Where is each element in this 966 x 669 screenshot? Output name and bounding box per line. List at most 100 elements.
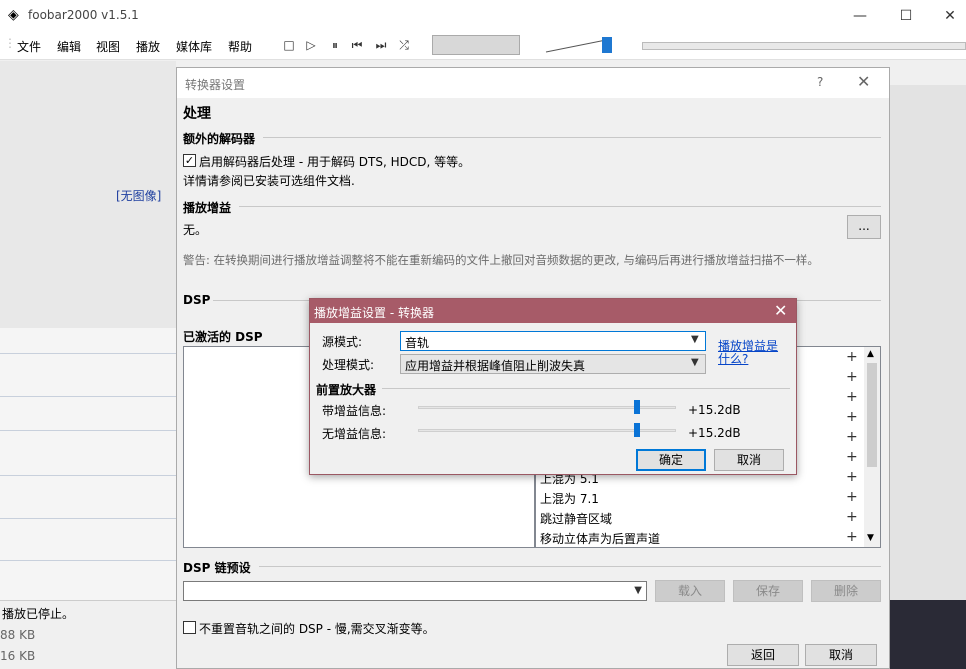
source-mode-select[interactable]: 音轨 ▼ bbox=[400, 331, 706, 351]
app-title: foobar2000 v1.5.1 bbox=[28, 8, 139, 22]
playback-order-box[interactable] bbox=[432, 35, 520, 55]
close-icon[interactable]: ✕ bbox=[857, 72, 870, 91]
scroll-up-icon[interactable]: ▲ bbox=[867, 349, 874, 359]
popup-title-bar: 播放增益设置 - 转换器 ✕ bbox=[310, 299, 796, 323]
add-icon[interactable]: + bbox=[846, 429, 858, 445]
dsp-preset-combo[interactable]: ▼ bbox=[183, 581, 647, 601]
row-divider bbox=[0, 518, 176, 519]
chevron-down-icon: ▼ bbox=[634, 585, 642, 596]
right-image-panel bbox=[890, 600, 966, 669]
seek-bar[interactable] bbox=[642, 42, 966, 50]
processing-mode-value: 应用增益并根据峰值阻止削波失真 bbox=[405, 359, 586, 373]
dsp-row[interactable]: 移动立体声为后置声道 + bbox=[536, 527, 868, 547]
processing-heading: 处理 bbox=[183, 106, 211, 122]
enable-postproc-checkbox[interactable]: ✓ bbox=[183, 154, 196, 167]
status-text: 播放已停止。 bbox=[2, 607, 75, 621]
play-icon[interactable]: ▷ bbox=[304, 37, 318, 53]
chevron-down-icon: ▼ bbox=[691, 334, 699, 345]
replaygain-settings-button[interactable]: ... bbox=[847, 215, 881, 239]
divider bbox=[263, 137, 881, 138]
close-icon[interactable]: ✕ bbox=[774, 301, 787, 320]
replaygain-warning: 警告: 在转换期间进行播放增益调整将不能在重新编码的文件上撤回对音频数据的更改,… bbox=[183, 253, 819, 267]
no-image-label: [无图像] bbox=[116, 189, 162, 203]
active-dsp-heading: 已激活的 DSP bbox=[183, 330, 263, 344]
status-bar: 播放已停止。 bbox=[0, 600, 176, 622]
menu-file[interactable]: 文件 bbox=[17, 38, 41, 55]
dsp-name: 跳过静音区域 bbox=[540, 512, 613, 526]
add-icon[interactable]: + bbox=[846, 529, 858, 545]
dsp-presets-heading: DSP 链预设 bbox=[183, 561, 251, 575]
add-icon[interactable]: + bbox=[846, 469, 858, 485]
no-reset-checkbox[interactable] bbox=[183, 621, 196, 634]
add-icon[interactable]: + bbox=[846, 489, 858, 505]
add-icon[interactable]: + bbox=[846, 449, 858, 465]
menu-library[interactable]: 媒体库 bbox=[176, 38, 212, 55]
cancel-button[interactable]: 取消 bbox=[805, 644, 877, 666]
size-label: 88 KB bbox=[0, 628, 36, 642]
maximize-icon[interactable]: ☐ bbox=[886, 4, 926, 28]
without-rg-slider-thumb[interactable] bbox=[634, 423, 640, 437]
next-icon[interactable]: ⏭ bbox=[374, 37, 388, 53]
add-icon[interactable]: + bbox=[846, 389, 858, 405]
close-window-icon[interactable]: ✕ bbox=[930, 4, 966, 28]
add-icon[interactable]: + bbox=[846, 409, 858, 425]
what-is-replaygain-link[interactable]: 播放增益是什么? bbox=[718, 340, 788, 366]
dsp-name: 上混为 7.1 bbox=[540, 492, 599, 506]
no-reset-label: 不重置音轨之间的 DSP - 慢,需交叉渐变等。 bbox=[199, 622, 435, 636]
row-divider bbox=[0, 560, 176, 561]
save-preset-button[interactable]: 保存 bbox=[733, 580, 803, 602]
row-divider bbox=[0, 430, 176, 431]
load-preset-button[interactable]: 载入 bbox=[655, 580, 725, 602]
add-icon[interactable]: + bbox=[846, 349, 858, 365]
divider bbox=[239, 206, 881, 207]
dsp-heading: DSP bbox=[183, 293, 211, 307]
back-button[interactable]: 返回 bbox=[727, 644, 799, 666]
preamp-heading: 前置放大器 bbox=[316, 383, 377, 397]
source-mode-label: 源模式: bbox=[322, 335, 363, 349]
replaygain-settings-dialog: 播放增益设置 - 转换器 ✕ 源模式: 音轨 ▼ 处理模式: 应用增益并根据峰值… bbox=[309, 298, 797, 475]
scroll-down-icon[interactable]: ▼ bbox=[867, 533, 874, 543]
menu-edit[interactable]: 编辑 bbox=[57, 38, 81, 55]
app-logo-icon: ◈ bbox=[8, 7, 19, 23]
with-rg-slider-thumb[interactable] bbox=[634, 400, 640, 414]
row-divider bbox=[0, 396, 176, 397]
scroll-thumb[interactable] bbox=[867, 363, 877, 467]
stop-icon[interactable]: □ bbox=[282, 37, 296, 53]
main-title-bar: ◈ foobar2000 v1.5.1 — ☐ ✕ bbox=[0, 0, 966, 32]
row-divider bbox=[0, 475, 176, 476]
dsp-scrollbar[interactable]: ▲ ▼ bbox=[864, 347, 880, 547]
right-panel bbox=[890, 85, 966, 600]
minimize-icon[interactable]: — bbox=[840, 4, 880, 28]
source-mode-value: 音轨 bbox=[405, 336, 430, 350]
add-icon[interactable]: + bbox=[846, 509, 858, 525]
dialog-title: 转换器设置 bbox=[185, 78, 246, 92]
processing-mode-select[interactable]: 应用增益并根据峰值阻止削波失真 ▼ bbox=[400, 354, 706, 374]
previous-icon[interactable]: ⏮ bbox=[350, 37, 364, 53]
without-rg-label: 无增益信息: bbox=[322, 427, 387, 441]
popup-title: 播放增益设置 - 转换器 bbox=[314, 306, 434, 320]
replaygain-heading: 播放增益 bbox=[183, 201, 232, 215]
menu-playback[interactable]: 播放 bbox=[136, 38, 160, 55]
popup-cancel-button[interactable]: 取消 bbox=[714, 449, 784, 471]
row-divider bbox=[0, 353, 176, 354]
dsp-row[interactable]: 跳过静音区域 + bbox=[536, 507, 868, 527]
processing-mode-label: 处理模式: bbox=[322, 358, 375, 372]
delete-preset-button[interactable]: 删除 bbox=[811, 580, 881, 602]
menu-grip: ⋮ bbox=[4, 36, 16, 50]
enable-postproc-label: 启用解码器后处理 - 用于解码 DTS, HDCD, 等等。 bbox=[199, 155, 471, 169]
add-icon[interactable]: + bbox=[846, 369, 858, 385]
size-label: 16 KB bbox=[0, 649, 36, 663]
dsp-row[interactable]: 上混为 7.1 + bbox=[536, 487, 868, 507]
ok-button[interactable]: 确定 bbox=[636, 449, 706, 471]
help-icon[interactable]: ? bbox=[817, 75, 823, 89]
volume-thumb[interactable] bbox=[602, 37, 612, 53]
replaygain-value: 无。 bbox=[183, 223, 208, 237]
without-rg-value: +15.2dB bbox=[688, 426, 741, 440]
extra-decoder-heading: 额外的解码器 bbox=[183, 132, 256, 146]
menu-help[interactable]: 帮助 bbox=[228, 38, 252, 55]
pause-icon[interactable]: ⏸ bbox=[328, 37, 342, 53]
random-icon[interactable]: ⤮ bbox=[397, 37, 411, 53]
dialog-title-bar: 转换器设置 ? ✕ bbox=[177, 68, 889, 98]
menu-view[interactable]: 视图 bbox=[96, 38, 120, 55]
with-rg-value: +15.2dB bbox=[688, 403, 741, 417]
